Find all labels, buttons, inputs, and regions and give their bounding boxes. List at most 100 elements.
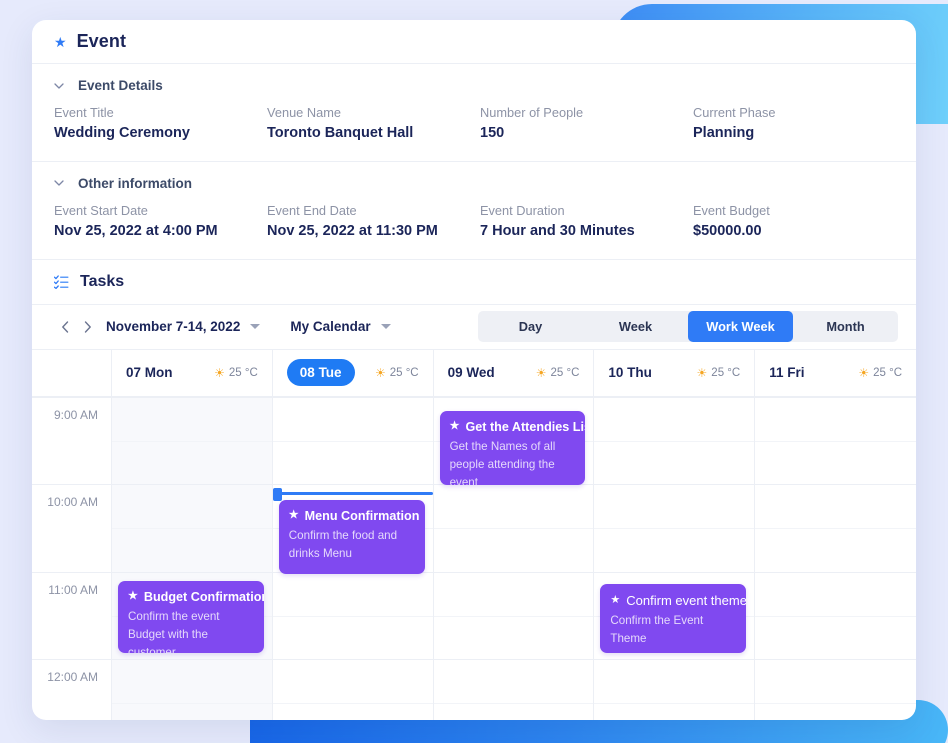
next-period-button[interactable] [76,316,98,338]
calendar-selector[interactable]: My Calendar [290,319,391,335]
time-cell[interactable] [755,571,916,616]
day-column-mon[interactable]: ★ Budget Confirmation Confirm the event … [112,396,273,720]
event-header: ★ Event [32,20,916,64]
time-cell[interactable] [433,528,594,572]
time-cell[interactable] [433,659,594,703]
field-event-budget: Event Budget $50000.00 [693,203,894,239]
day-column-thu[interactable]: ★ Confirm event theme Confirm the Event … [594,396,756,720]
calendar: 07 Mon ☀ 25 °C 08 Tue ☀ 25 °C 09 Wed ☀ 2… [32,349,916,720]
field-label: Current Phase [693,105,776,120]
field-value: Planning [693,125,755,141]
field-value: 150 [480,125,505,141]
day-header-tue[interactable]: 08 Tue ☀ 25 °C [273,349,434,396]
time-cell[interactable] [594,659,755,703]
day-column-wed[interactable]: ★ Get the Attendies List Get the Names o… [433,396,595,720]
day-column-tue[interactable]: ★ Menu Confirmation Confirm the food and… [272,396,434,720]
time-cell[interactable] [433,571,594,616]
time-cell[interactable] [433,484,594,528]
star-icon: ★ [610,593,621,606]
field-value: Wedding Ceremony [54,125,190,141]
calendar-event-menu-confirmation[interactable]: ★ Menu Confirmation Confirm the food and… [278,499,425,574]
time-label: 9:00 AM [53,407,98,422]
field-label: Event Start Date [54,202,148,218]
temperature-label: 25 °C [873,366,902,379]
field-label: Number of People [480,105,584,120]
chevron-right-icon [84,321,91,333]
calendar-event-get-the-attendies-list[interactable]: ★ Get the Attendies List Get the Names o… [439,410,586,485]
field-value: Nov 25, 2022 at 4:00 PM [54,222,218,239]
field-number-of-people: Number of People 150 [480,105,681,141]
prev-period-button[interactable] [54,316,76,338]
day-header-thu[interactable]: 10 Thu ☀ 25 °C [594,349,756,396]
calendar-name-label: My Calendar [290,319,371,335]
time-cell[interactable] [112,659,272,703]
time-cell[interactable] [112,396,272,441]
time-cell[interactable] [594,484,755,528]
section-header-other-information[interactable]: Other information [32,162,916,197]
time-cell[interactable] [755,396,916,441]
day-header-wed[interactable]: 09 Wed ☀ 25 °C [434,349,595,396]
time-cell[interactable] [433,615,594,660]
calendar-event-confirm-event-theme[interactable]: ★ Confirm event theme Confirm the Event … [600,583,747,653]
event-title: Get the Attendies List [465,419,586,434]
time-cell[interactable] [112,440,272,485]
section-header-event-details[interactable]: Event Details [32,64,916,99]
day-column-fri[interactable] [755,396,916,720]
calendar-body: 9:00 AM 10:00 AM 11:00 AM 12:00 AM ★ Bud… [32,396,916,720]
time-cell[interactable] [112,703,272,720]
day-header-fri[interactable]: 11 Fri ☀ 25 °C [755,350,916,396]
temperature-label: 25 °C [550,366,580,379]
chevron-down-icon[interactable] [250,324,261,330]
field-venue-name: Venue Name Toronto Banquet Hall [267,105,468,141]
time-slot: 10:00 AM [32,484,111,572]
calendar-event-budget-confirmation[interactable]: ★ Budget Confirmation Confirm the event … [118,580,264,653]
time-label: 10:00 AM [47,495,98,510]
field-event-title: Event Title Wedding Ceremony [54,105,255,141]
calendar-toolbar: November 7-14, 2022 My Calendar Day Week… [32,305,916,350]
time-cell[interactable] [594,703,755,720]
time-cell[interactable] [272,615,433,660]
day-header-mon[interactable]: 07 Mon ☀ 25 °C [112,349,273,396]
temperature-label: 25 °C [389,366,419,379]
time-cell[interactable] [594,396,755,441]
view-button-work-week[interactable]: Work Week [688,311,793,343]
time-cell[interactable] [594,440,755,485]
sun-icon: ☀ [696,365,708,380]
time-cell[interactable] [272,396,433,441]
event-title: Menu Confirmation [304,508,420,523]
time-axis: 9:00 AM 10:00 AM 11:00 AM 12:00 AM [32,396,112,720]
event-title-row: ★ Get the Attendies List [450,420,586,434]
event-title-row: ★ Budget Confirmation [128,590,264,604]
time-cell[interactable] [272,440,433,485]
time-cell[interactable] [755,440,916,485]
time-slot: 9:00 AM [32,396,111,485]
time-cell[interactable] [433,703,594,720]
weather-fri: ☀ 25 °C [858,367,902,379]
event-title-row: ★ Menu Confirmation [289,509,420,523]
time-cell[interactable] [755,703,916,720]
event-title: Confirm event theme [626,592,747,608]
time-cell[interactable] [112,484,272,528]
time-cell[interactable] [755,528,916,572]
weather-thu: ☀ 25 °C [697,367,741,379]
view-button-week[interactable]: Week [583,311,688,342]
field-label: Venue Name [267,105,341,120]
section-label: Event Details [78,78,163,93]
time-cell[interactable] [272,659,433,703]
view-button-month[interactable]: Month [793,311,898,342]
time-cell[interactable] [594,528,755,572]
time-cell[interactable] [112,528,272,572]
event-description: Confirm the food and drinks Menu [288,528,398,560]
view-button-day[interactable]: Day [478,311,583,342]
time-label: 11:00 AM [48,582,98,597]
field-label: Event Budget [693,202,770,218]
weather-mon: ☀ 25 °C [214,367,258,379]
time-cell[interactable] [272,571,433,616]
time-cell[interactable] [755,615,916,660]
event-description: Confirm the event Budget with the custom… [128,609,220,653]
time-cell[interactable] [755,659,916,703]
time-cell[interactable] [272,703,433,720]
time-label: 12:00 AM [47,670,98,685]
time-cell[interactable] [755,484,916,528]
chevron-down-icon [54,180,64,187]
